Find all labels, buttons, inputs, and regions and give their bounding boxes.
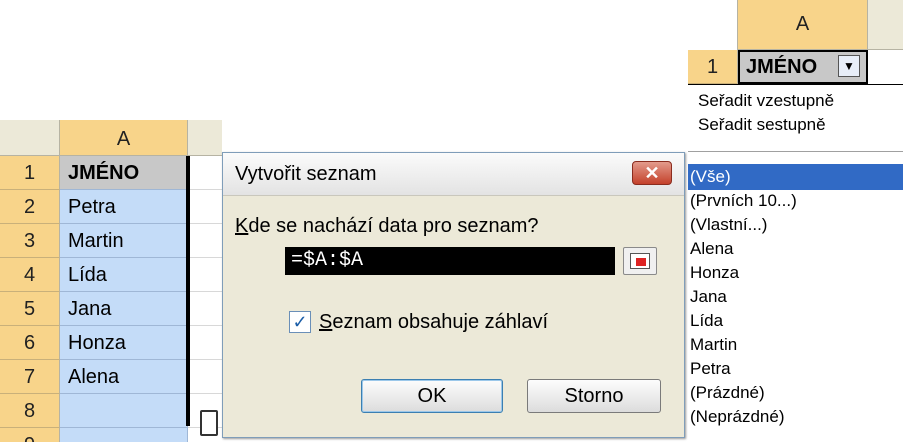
range-input[interactable]: =$A:$A [285,247,615,275]
cell[interactable] [188,292,222,326]
filter-item-custom[interactable]: (Vlastní...) [688,212,903,238]
row-header[interactable]: 7 [0,360,60,394]
row-header[interactable]: 4 [0,258,60,292]
select-all-corner[interactable] [688,0,738,50]
row-header[interactable]: 1 [0,156,60,190]
sort-ascending-item[interactable]: Seřadit vzestupně [698,91,834,111]
right-spreadsheet: A 1 JMÉNO ▼ Seřadit vzestupně Seřadit se… [688,0,903,442]
filter-item-nonblanks[interactable]: (Neprázdné) [688,404,903,430]
cell[interactable] [188,224,222,258]
cell[interactable] [60,428,188,442]
filter-item-all[interactable]: (Vše) [688,164,903,190]
column-header-a[interactable]: A [60,120,188,156]
cell[interactable]: Jana [60,292,188,326]
row-header[interactable]: 3 [0,224,60,258]
cell[interactable] [188,326,222,360]
table-row: 9 [0,428,222,442]
cancel-button[interactable]: Storno [527,379,661,413]
row-header[interactable]: 5 [0,292,60,326]
filter-item-blanks[interactable]: (Prázdné) [688,380,903,406]
accelerator-key: K [235,215,249,237]
cell[interactable]: Honza [60,326,188,360]
cell[interactable]: Alena [60,360,188,394]
cell[interactable]: Petra [60,190,188,224]
paste-options-icon[interactable] [200,410,218,436]
filter-item[interactable]: Petra [688,356,903,382]
selection-border [186,156,190,426]
close-icon: ✕ [644,163,660,183]
row-header[interactable]: 9 [0,428,60,442]
filter-item-top10[interactable]: (Prvních 10...) [688,188,903,214]
sort-descending-item[interactable]: Seřadit sestupně [698,115,826,135]
chevron-down-icon: ▼ [843,59,855,73]
create-list-dialog: Vytvořit seznam ✕ Kde se nachází data pr… [222,152,685,438]
has-headers-text: eznam obsahuje záhlaví [332,311,549,333]
filter-item[interactable]: Honza [688,260,903,286]
column-header-b[interactable] [188,120,222,156]
row-header[interactable]: 2 [0,190,60,224]
autofilter-menu: Seřadit vzestupně Seřadit sestupně (Vše)… [688,84,903,442]
dialog-title: Vytvořit seznam [235,163,377,185]
select-all-corner[interactable] [0,120,60,156]
row-header[interactable]: 1 [688,50,738,84]
ok-button[interactable]: OK [361,379,503,413]
collapse-dialog-button[interactable] [623,247,657,275]
cell[interactable]: JMÉNO [60,156,188,190]
column-header-a[interactable]: A [738,0,868,50]
menu-divider [688,151,903,152]
cell[interactable] [188,190,222,224]
range-prompt-label: Kde se nachází data pro seznam? [235,215,539,238]
column-header-b[interactable] [868,0,903,50]
row-header[interactable]: 6 [0,326,60,360]
close-button[interactable]: ✕ [632,161,672,185]
has-headers-label[interactable]: Seznam obsahuje záhlaví [319,311,548,334]
cell[interactable] [188,156,222,190]
filter-item[interactable]: Lída [688,308,903,334]
cell[interactable] [188,258,222,292]
cell[interactable] [188,360,222,394]
accelerator-key: S [319,311,333,333]
checkmark-icon: ✓ [292,312,308,332]
has-headers-checkbox[interactable]: ✓ [289,311,311,333]
filter-item[interactable]: Martin [688,332,903,358]
cell[interactable]: Lída [60,258,188,292]
cell[interactable] [60,394,188,428]
filter-item[interactable]: Jana [688,284,903,310]
dialog-titlebar[interactable]: Vytvořit seznam ✕ [223,153,684,196]
filter-item[interactable]: Alena [688,236,903,262]
cell[interactable]: Martin [60,224,188,258]
row-header[interactable]: 8 [0,394,60,428]
left-spreadsheet: A 1 JMÉNO 2 Petra 3 Martin 4 Lída 5 Jana [0,120,222,442]
autofilter-dropdown-button[interactable]: ▼ [838,55,860,77]
range-prompt-text: de se nachází data pro seznam? [248,215,539,237]
